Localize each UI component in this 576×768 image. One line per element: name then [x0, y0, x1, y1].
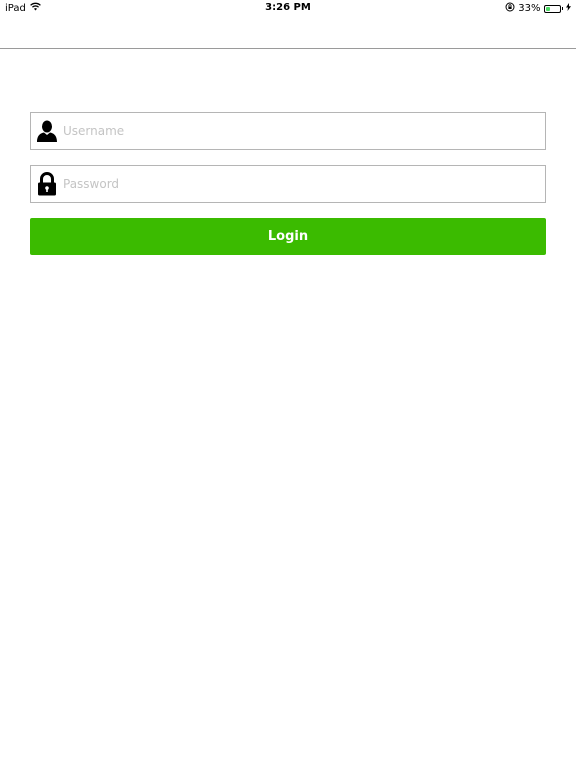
battery-tip	[561, 7, 563, 10]
password-field[interactable]	[30, 165, 546, 203]
charging-bolt-icon	[566, 3, 571, 14]
status-time: 3:26 PM	[265, 2, 311, 13]
navigation-bar	[0, 16, 576, 49]
login-button[interactable]: Login	[30, 218, 546, 255]
status-bar: iPad 3:26 PM 33%	[0, 0, 576, 16]
battery-fill	[545, 6, 550, 11]
battery-percent: 33%	[518, 3, 541, 14]
lock-icon	[36, 172, 58, 196]
user-icon	[36, 119, 58, 143]
status-right: 33%	[505, 2, 571, 15]
password-input[interactable]	[63, 166, 545, 202]
rotation-lock-icon	[505, 2, 515, 15]
username-field[interactable]	[30, 112, 546, 150]
battery-icon	[543, 4, 561, 13]
username-input[interactable]	[63, 113, 545, 149]
